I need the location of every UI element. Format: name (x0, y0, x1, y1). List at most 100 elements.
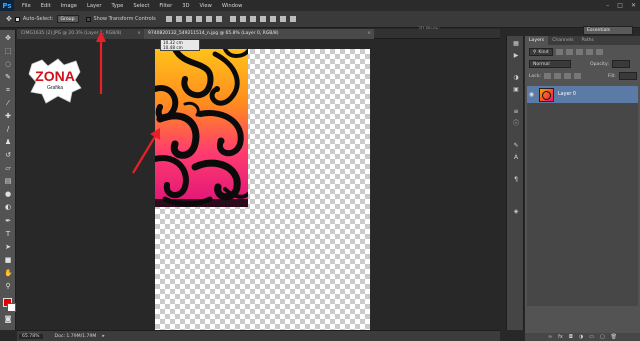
close-icon[interactable]: × (367, 29, 371, 39)
menu-view[interactable]: View (195, 3, 217, 9)
document-canvas[interactable]: 10.32 cm 10.48 cm (155, 40, 370, 330)
link-icon[interactable]: ∞ (548, 333, 552, 341)
align-left-icon[interactable] (195, 16, 202, 22)
character-panel-icon[interactable]: A (512, 154, 520, 161)
styles-panel-icon[interactable]: ▣ (512, 86, 520, 93)
group-icon[interactable]: ▭ (589, 333, 594, 341)
workspace-dropdown[interactable]: Essentials (583, 26, 633, 35)
healing-icon[interactable]: ✚ (4, 112, 12, 120)
align-top-icon[interactable] (165, 16, 172, 22)
menu-3d[interactable]: 3D (177, 3, 194, 9)
layer-row-layer-0[interactable]: ◉ Layer 0 (527, 86, 638, 103)
status-arrow-icon[interactable]: ▸ (102, 334, 104, 339)
auto-select-dropdown[interactable]: Group (56, 15, 79, 23)
distribute-right-icon[interactable] (279, 16, 286, 22)
quick-mask-icon[interactable]: ◙ (4, 315, 12, 323)
type-icon[interactable]: T (4, 230, 12, 238)
menu-select[interactable]: Select (128, 3, 154, 9)
maximize-button[interactable]: □ (617, 2, 623, 9)
dodge-icon[interactable]: ◐ (4, 203, 12, 211)
distribute-top-icon[interactable] (229, 16, 236, 22)
eraser-icon[interactable]: ▱ (4, 164, 12, 172)
history-brush-icon[interactable]: ↺ (4, 151, 12, 159)
blend-mode-dropdown[interactable]: Normal (529, 60, 571, 68)
move-tool-preset-icon[interactable]: ✥ (6, 15, 12, 23)
quick-select-icon[interactable]: ✎ (4, 73, 12, 81)
menu-filter[interactable]: Filter (154, 3, 177, 9)
tab-channels[interactable]: Channels (548, 36, 577, 45)
minimize-button[interactable]: – (606, 2, 609, 9)
mask-icon[interactable]: ◘ (569, 333, 573, 341)
menu-window[interactable]: Window (217, 3, 247, 9)
menu-type[interactable]: Type (106, 3, 128, 9)
artwork-layer[interactable] (155, 49, 248, 207)
move-icon[interactable]: ✥ (4, 34, 12, 42)
menu-layer[interactable]: Layer (82, 3, 106, 9)
filter-type-icon[interactable] (575, 49, 583, 55)
close-icon[interactable]: × (137, 29, 141, 39)
auto-align-icon[interactable] (289, 16, 296, 22)
distribute-hcenter-icon[interactable] (269, 16, 276, 22)
tab-layers[interactable]: Layers (525, 36, 549, 45)
lock-transparent-icon[interactable] (544, 73, 552, 79)
adjustments-panel-icon[interactable]: ◑ (512, 74, 520, 81)
lasso-icon[interactable]: ◌ (4, 60, 12, 68)
menu-image[interactable]: Image (56, 3, 82, 9)
eye-icon[interactable]: ◉ (527, 91, 536, 98)
adjustment-layer-icon[interactable]: ◑ (579, 333, 583, 341)
new-layer-icon[interactable]: ▢ (600, 333, 605, 341)
properties-panel-icon[interactable]: ≡ (512, 108, 520, 115)
lock-position-icon[interactable] (564, 73, 572, 79)
align-bottom-icon[interactable] (185, 16, 192, 22)
fx-icon[interactable]: fx (558, 333, 563, 341)
paragraph-panel-icon[interactable]: ¶ (512, 176, 520, 183)
distribute-vcenter-icon[interactable] (239, 16, 246, 22)
3d-panel-icon[interactable]: ◈ (512, 208, 520, 215)
distribute-bottom-icon[interactable] (249, 16, 256, 22)
history-panel-icon[interactable]: ▦ (512, 40, 520, 47)
filter-kind-dropdown[interactable]: ⚲ Kind (529, 48, 553, 56)
tab-document-1[interactable]: CIMG1635 (2).JPG @ 20.3% (Layer 1, RGB/8… (17, 29, 144, 39)
canvas-area[interactable]: 10.32 cm 10.48 cm (17, 40, 500, 330)
close-button[interactable]: ✕ (631, 2, 636, 9)
filter-shape-icon[interactable] (585, 49, 593, 55)
trash-icon[interactable]: 🗑 (611, 333, 617, 341)
align-hcenter-icon[interactable] (205, 16, 212, 22)
zoom-level-field[interactable]: 65.78% (19, 333, 43, 339)
hand-icon[interactable]: ✋ (4, 269, 13, 277)
crop-icon[interactable]: ⌗ (4, 86, 12, 94)
actions-panel-icon[interactable]: ▶ (512, 52, 520, 59)
menu-bar: Ps File Edit Image Layer Type Select Fil… (0, 0, 640, 11)
zoom-icon[interactable]: ⚲ (4, 282, 12, 290)
brush-icon[interactable]: / (4, 125, 12, 133)
fill-field[interactable] (618, 72, 637, 80)
layers-panel-tabs: Layers Channels Paths (525, 36, 640, 45)
lock-all-icon[interactable] (574, 73, 582, 79)
filter-smart-icon[interactable] (595, 49, 603, 55)
layer-name[interactable]: Layer 0 (558, 92, 576, 97)
filter-adjustment-icon[interactable] (565, 49, 573, 55)
distribute-left-icon[interactable] (259, 16, 266, 22)
gradient-icon[interactable]: ▤ (4, 177, 12, 185)
opacity-field[interactable] (611, 60, 630, 68)
rectangle-icon[interactable]: ■ (4, 256, 12, 264)
show-transform-checkbox[interactable] (85, 16, 91, 22)
auto-select-checkbox[interactable] (14, 16, 20, 22)
lock-pixels-icon[interactable] (554, 73, 562, 79)
eyedropper-icon[interactable]: ⁄ (4, 99, 12, 107)
menu-edit[interactable]: Edit (36, 3, 56, 9)
filter-pixel-icon[interactable] (555, 49, 563, 55)
path-select-icon[interactable]: ➤ (4, 243, 12, 251)
clone-stamp-icon[interactable]: ♟ (4, 138, 12, 146)
pen-icon[interactable]: ✒ (4, 217, 12, 225)
tab-document-2[interactable]: 9740820132_549211514_n.jpg @ 65.8% (Laye… (144, 29, 374, 39)
background-color-swatch[interactable] (7, 303, 16, 312)
blur-icon[interactable]: ● (4, 190, 12, 198)
align-vcenter-icon[interactable] (175, 16, 182, 22)
menu-file[interactable]: File (17, 3, 36, 9)
tab-paths[interactable]: Paths (577, 36, 598, 45)
align-right-icon[interactable] (215, 16, 222, 22)
info-panel-icon[interactable]: ⓘ (512, 120, 520, 127)
marquee-icon[interactable]: ⬚ (4, 47, 12, 55)
brush-panel-icon[interactable]: ✎ (512, 142, 520, 149)
